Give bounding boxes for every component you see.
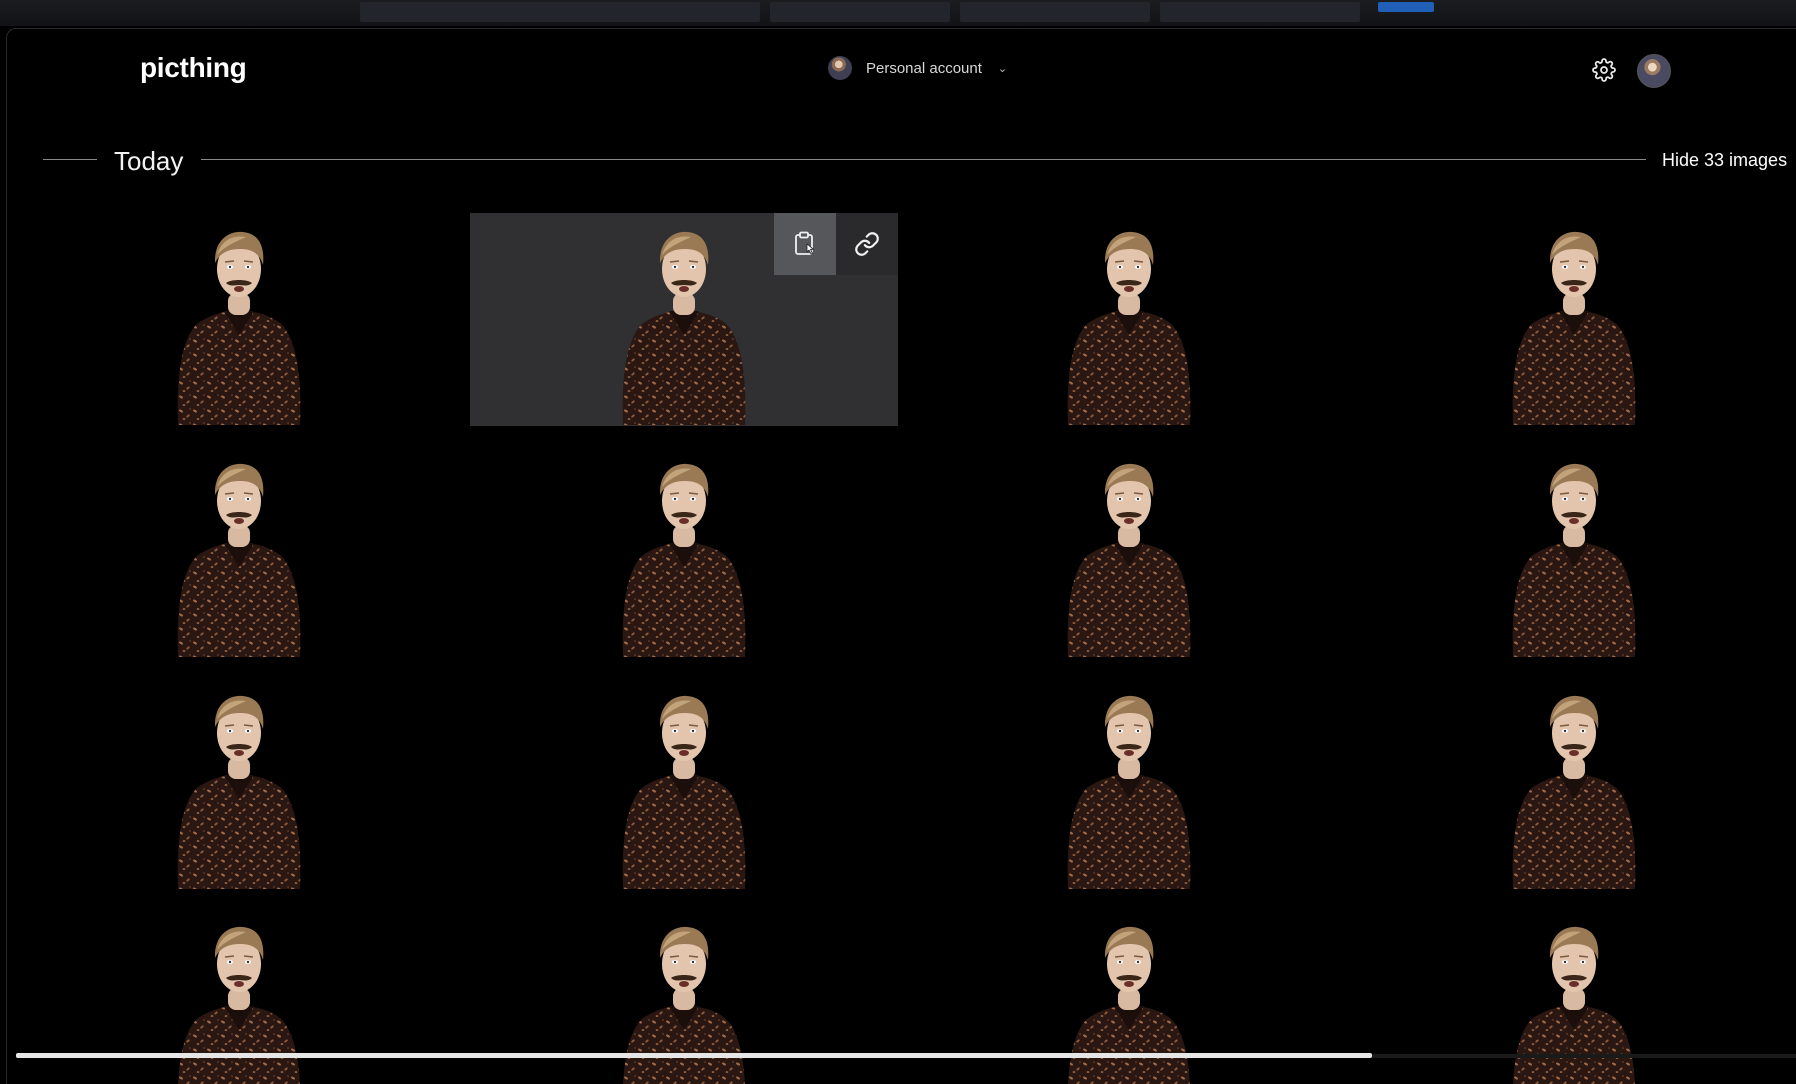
image-tile[interactable] — [915, 213, 1343, 426]
copy-image-button[interactable] — [774, 213, 836, 275]
thumbnail-image — [1054, 225, 1204, 425]
thumbnail-image — [164, 457, 314, 657]
thumbnail-image — [609, 225, 759, 425]
image-tile[interactable] — [1360, 677, 1788, 890]
thumbnail-image — [1499, 225, 1649, 425]
tile-actions — [774, 213, 898, 275]
link-icon — [855, 232, 879, 256]
image-tile[interactable] — [25, 677, 453, 890]
thumbnail-image — [609, 920, 759, 1084]
image-tile[interactable] — [1360, 213, 1788, 426]
thumbnail-image — [609, 457, 759, 657]
scrollbar-thumb[interactable] — [16, 1053, 1372, 1058]
thumbnail-image — [164, 689, 314, 889]
image-tile[interactable] — [915, 677, 1343, 890]
image-grid — [0, 0, 1796, 1084]
image-tile[interactable] — [1360, 445, 1788, 658]
screen: picthing Personal account ⌄ Today Hide 3… — [0, 0, 1796, 1084]
thumbnail-image — [164, 920, 314, 1084]
thumbnail-image — [1499, 920, 1649, 1084]
image-tile[interactable] — [470, 445, 898, 658]
thumbnail-image — [1054, 457, 1204, 657]
image-tile[interactable] — [25, 445, 453, 658]
copy-link-button[interactable] — [836, 213, 898, 275]
thumbnail-image — [1054, 920, 1204, 1084]
thumbnail-image — [609, 689, 759, 889]
thumbnail-image — [1054, 689, 1204, 889]
image-tile[interactable] — [25, 213, 453, 426]
thumbnail-image — [1499, 457, 1649, 657]
clipboard-icon — [795, 231, 814, 255]
image-tile[interactable] — [915, 445, 1343, 658]
image-tile[interactable] — [470, 677, 898, 890]
thumbnail-image — [164, 225, 314, 425]
thumbnail-image — [1499, 689, 1649, 889]
image-tile[interactable] — [470, 213, 898, 426]
